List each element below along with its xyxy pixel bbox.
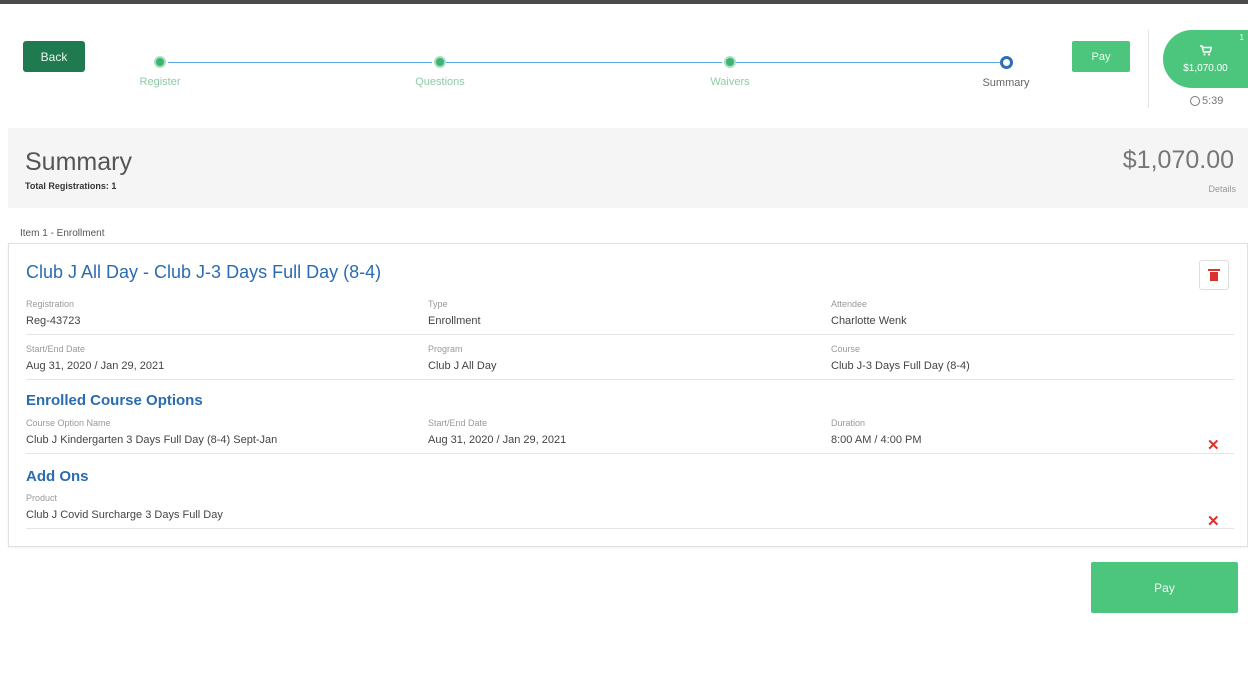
step-current-icon	[999, 56, 1013, 69]
page-title: Summary	[25, 148, 132, 176]
cart-icon	[1199, 44, 1212, 59]
timer-value: 5:39	[1202, 95, 1224, 107]
add-on-row: Product Club J Covid Surcharge 3 Days Fu…	[26, 493, 1234, 529]
field-label: Start/End Date	[26, 344, 86, 354]
course-cell: Course Club J-3 Days Full Day (8-4)	[831, 344, 970, 372]
trash-icon	[1208, 268, 1220, 281]
field-value: Club J-3 Days Full Day (8-4)	[831, 360, 970, 372]
field-label: Course	[831, 344, 861, 354]
details-row: Start/End Date Aug 31, 2020 / Jan 29, 20…	[26, 344, 1234, 380]
add-ons-heading: Add Ons	[26, 468, 89, 485]
field-value: Reg-43723	[26, 315, 81, 327]
step-label: Register	[139, 76, 181, 88]
option-duration-cell: Duration 8:00 AM / 4:00 PM	[831, 418, 922, 446]
enrollment-title: Club J All Day - Club J-3 Days Full Day …	[26, 262, 382, 282]
remove-add-on-icon[interactable]: ✕	[1207, 512, 1220, 530]
progress-stepper: Register Questions Waivers Summary	[110, 52, 1050, 102]
field-label: Product	[26, 493, 58, 503]
field-value: Club J All Day	[428, 360, 497, 372]
field-label: Attendee	[831, 299, 868, 309]
details-link[interactable]: Details	[1208, 184, 1236, 194]
step-register[interactable]: Register	[100, 56, 220, 88]
field-value: Club J Covid Surcharge 3 Days Full Day	[26, 509, 223, 521]
pay-button[interactable]: Pay	[1091, 562, 1238, 613]
registration-cell: Registration Reg-43723	[26, 299, 80, 327]
details-row: Registration Reg-43723 Type Enrollment A…	[26, 299, 1234, 335]
field-value: 8:00 AM / 4:00 PM	[831, 434, 922, 446]
field-label: Course Option Name	[26, 418, 111, 428]
pay-button-top[interactable]: Pay	[1072, 41, 1130, 72]
field-label: Type	[428, 299, 448, 309]
header-divider	[1148, 30, 1149, 108]
step-questions[interactable]: Questions	[380, 56, 500, 88]
summary-amount: $1,070.00	[1122, 146, 1234, 174]
course-options-heading: Enrolled Course Options	[26, 392, 203, 409]
field-label: Registration	[26, 299, 75, 309]
product-cell: Product Club J Covid Surcharge 3 Days Fu…	[26, 493, 223, 521]
remove-course-option-icon[interactable]: ✕	[1207, 436, 1220, 454]
field-label: Start/End Date	[428, 418, 488, 428]
option-date-cell: Start/End Date Aug 31, 2020 / Jan 29, 20…	[428, 418, 566, 446]
summary-header: Summary Total Registrations: 1 $1,070.00…	[8, 128, 1248, 208]
cart-count-badge: 1	[1239, 33, 1244, 42]
field-value: Charlotte Wenk	[831, 315, 907, 327]
field-value: Enrollment	[428, 315, 481, 327]
field-value: Club J Kindergarten 3 Days Full Day (8-4…	[26, 434, 278, 446]
total-registrations: Total Registrations: 1	[25, 181, 117, 191]
step-label: Questions	[415, 76, 465, 88]
clock-icon	[1190, 96, 1200, 106]
cart-total: $1,070.00	[1183, 62, 1228, 74]
course-option-row: Course Option Name Club J Kindergarten 3…	[26, 418, 1234, 454]
attendee-cell: Attendee Charlotte Wenk	[831, 299, 907, 327]
field-label: Duration	[831, 418, 866, 428]
field-label: Program	[428, 344, 463, 354]
top-border	[0, 0, 1248, 4]
back-button[interactable]: Back	[23, 41, 85, 72]
step-summary[interactable]: Summary	[946, 56, 1066, 89]
step-label: Summary	[982, 77, 1030, 89]
cart-button[interactable]: 1 $1,070.00	[1163, 30, 1248, 88]
step-label: Waivers	[710, 76, 750, 88]
option-name-cell: Course Option Name Club J Kindergarten 3…	[26, 418, 277, 446]
step-waivers[interactable]: Waivers	[670, 56, 790, 88]
item-label: Item 1 - Enrollment	[20, 228, 105, 239]
step-complete-icon	[154, 56, 166, 68]
start-end-cell: Start/End Date Aug 31, 2020 / Jan 29, 20…	[26, 344, 164, 372]
type-cell: Type Enrollment	[428, 299, 481, 327]
session-timer: 5:39	[1190, 95, 1223, 107]
delete-button[interactable]	[1199, 260, 1229, 290]
program-cell: Program Club J All Day	[428, 344, 496, 372]
enrollment-card: Club J All Day - Club J-3 Days Full Day …	[8, 243, 1248, 547]
step-complete-icon	[724, 56, 736, 68]
step-complete-icon	[434, 56, 446, 68]
field-value: Aug 31, 2020 / Jan 29, 2021	[26, 360, 165, 372]
field-value: Aug 31, 2020 / Jan 29, 2021	[428, 434, 567, 446]
